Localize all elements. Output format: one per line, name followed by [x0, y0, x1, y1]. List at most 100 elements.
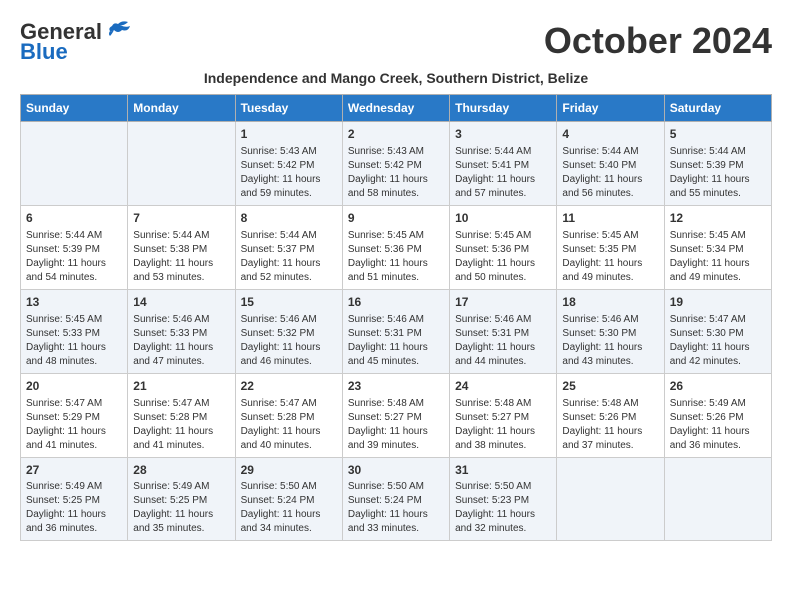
- day-number: 27: [26, 462, 122, 479]
- logo-bird-icon: [104, 20, 132, 42]
- calendar-cell: 29Sunrise: 5:50 AM Sunset: 5:24 PM Dayli…: [235, 457, 342, 541]
- day-detail: Sunrise: 5:48 AM Sunset: 5:26 PM Dayligh…: [562, 397, 658, 453]
- day-detail: Sunrise: 5:43 AM Sunset: 5:42 PM Dayligh…: [348, 145, 444, 201]
- day-detail: Sunrise: 5:46 AM Sunset: 5:31 PM Dayligh…: [455, 313, 551, 369]
- day-number: 30: [348, 462, 444, 479]
- calendar-cell: 7 Sunrise: 5:44 AM Sunset: 5:38 PM Daylig…: [128, 206, 235, 290]
- day-detail: Sunrise: 5:44 AM Sunset: 5:37 PM Dayligh…: [241, 229, 337, 285]
- logo: General Blue: [20, 20, 132, 64]
- day-number: 15: [241, 294, 337, 311]
- calendar-cell: 20 Sunrise: 5:47 AM Sunset: 5:29 PM Dayli…: [21, 373, 128, 457]
- day-number: 2: [348, 126, 444, 143]
- day-detail: Sunrise: 5:45 AM Sunset: 5:35 PM Dayligh…: [562, 229, 658, 285]
- calendar-table: SundayMondayTuesdayWednesdayThursdayFrid…: [20, 94, 772, 541]
- day-number: 20: [26, 378, 122, 395]
- day-number: 13: [26, 294, 122, 311]
- day-number: 11: [562, 210, 658, 227]
- day-number: 23: [348, 378, 444, 395]
- day-detail: Sunrise: 5:47 AM Sunset: 5:29 PM Dayligh…: [26, 397, 122, 453]
- calendar-cell: 25Sunrise: 5:48 AM Sunset: 5:26 PM Dayli…: [557, 373, 664, 457]
- day-number: 22: [241, 378, 337, 395]
- weekday-header-saturday: Saturday: [664, 95, 771, 122]
- calendar-cell: 11 Sunrise: 5:45 AM Sunset: 5:35 PM Dayli…: [557, 206, 664, 290]
- day-detail: Sunrise: 5:46 AM Sunset: 5:31 PM Dayligh…: [348, 313, 444, 369]
- day-detail: Sunrise: 5:50 AM Sunset: 5:24 PM Dayligh…: [348, 480, 444, 536]
- calendar-cell: 21Sunrise: 5:47 AM Sunset: 5:28 PM Dayli…: [128, 373, 235, 457]
- day-number: 8: [241, 210, 337, 227]
- day-detail: Sunrise: 5:44 AM Sunset: 5:40 PM Dayligh…: [562, 145, 658, 201]
- day-detail: Sunrise: 5:49 AM Sunset: 5:25 PM Dayligh…: [26, 480, 122, 536]
- day-number: 19: [670, 294, 766, 311]
- calendar-cell: 15Sunrise: 5:46 AM Sunset: 5:32 PM Dayli…: [235, 289, 342, 373]
- calendar-cell: 13Sunrise: 5:45 AM Sunset: 5:33 PM Dayli…: [21, 289, 128, 373]
- calendar-cell: 19 Sunrise: 5:47 AM Sunset: 5:30 PM Dayli…: [664, 289, 771, 373]
- day-number: 17: [455, 294, 551, 311]
- calendar-cell: 3Sunrise: 5:44 AM Sunset: 5:41 PM Daylig…: [450, 122, 557, 206]
- day-detail: Sunrise: 5:48 AM Sunset: 5:27 PM Dayligh…: [455, 397, 551, 453]
- day-number: 16: [348, 294, 444, 311]
- header: General Blue October 2024: [20, 20, 772, 64]
- day-number: 7: [133, 210, 229, 227]
- day-number: 9: [348, 210, 444, 227]
- calendar-cell: 1 Sunrise: 5:43 AM Sunset: 5:42 PM Daylig…: [235, 122, 342, 206]
- day-number: 28: [133, 462, 229, 479]
- weekday-header-monday: Monday: [128, 95, 235, 122]
- week-row-5: 27Sunrise: 5:49 AM Sunset: 5:25 PM Dayli…: [21, 457, 772, 541]
- day-detail: Sunrise: 5:43 AM Sunset: 5:42 PM Dayligh…: [241, 145, 337, 201]
- day-number: 14: [133, 294, 229, 311]
- calendar-cell: 31Sunrise: 5:50 AM Sunset: 5:23 PM Dayli…: [450, 457, 557, 541]
- day-number: 4: [562, 126, 658, 143]
- day-detail: Sunrise: 5:45 AM Sunset: 5:36 PM Dayligh…: [455, 229, 551, 285]
- day-detail: Sunrise: 5:44 AM Sunset: 5:39 PM Dayligh…: [670, 145, 766, 201]
- calendar-cell: [557, 457, 664, 541]
- month-title: October 2024: [544, 20, 772, 62]
- weekday-header-friday: Friday: [557, 95, 664, 122]
- day-number: 18: [562, 294, 658, 311]
- calendar-cell: 17 Sunrise: 5:46 AM Sunset: 5:31 PM Dayli…: [450, 289, 557, 373]
- calendar-cell: [21, 122, 128, 206]
- calendar-subtitle: Independence and Mango Creek, Southern D…: [20, 70, 772, 86]
- weekday-header-row: SundayMondayTuesdayWednesdayThursdayFrid…: [21, 95, 772, 122]
- calendar-cell: 16 Sunrise: 5:46 AM Sunset: 5:31 PM Dayli…: [342, 289, 449, 373]
- day-detail: Sunrise: 5:45 AM Sunset: 5:36 PM Dayligh…: [348, 229, 444, 285]
- week-row-2: 6Sunrise: 5:44 AM Sunset: 5:39 PM Daylig…: [21, 206, 772, 290]
- calendar-cell: [128, 122, 235, 206]
- calendar-cell: 12 Sunrise: 5:45 AM Sunset: 5:34 PM Dayli…: [664, 206, 771, 290]
- day-detail: Sunrise: 5:47 AM Sunset: 5:30 PM Dayligh…: [670, 313, 766, 369]
- calendar-cell: 6Sunrise: 5:44 AM Sunset: 5:39 PM Daylig…: [21, 206, 128, 290]
- calendar-cell: 4 Sunrise: 5:44 AM Sunset: 5:40 PM Daylig…: [557, 122, 664, 206]
- calendar-cell: 27Sunrise: 5:49 AM Sunset: 5:25 PM Dayli…: [21, 457, 128, 541]
- week-row-4: 20 Sunrise: 5:47 AM Sunset: 5:29 PM Dayli…: [21, 373, 772, 457]
- weekday-header-sunday: Sunday: [21, 95, 128, 122]
- calendar-cell: 8 Sunrise: 5:44 AM Sunset: 5:37 PM Daylig…: [235, 206, 342, 290]
- day-detail: Sunrise: 5:47 AM Sunset: 5:28 PM Dayligh…: [133, 397, 229, 453]
- day-detail: Sunrise: 5:46 AM Sunset: 5:33 PM Dayligh…: [133, 313, 229, 369]
- day-number: 3: [455, 126, 551, 143]
- calendar-cell: 18Sunrise: 5:46 AM Sunset: 5:30 PM Dayli…: [557, 289, 664, 373]
- day-detail: Sunrise: 5:49 AM Sunset: 5:25 PM Dayligh…: [133, 480, 229, 536]
- weekday-header-thursday: Thursday: [450, 95, 557, 122]
- day-detail: Sunrise: 5:44 AM Sunset: 5:38 PM Dayligh…: [133, 229, 229, 285]
- day-number: 12: [670, 210, 766, 227]
- day-detail: Sunrise: 5:44 AM Sunset: 5:39 PM Dayligh…: [26, 229, 122, 285]
- day-detail: Sunrise: 5:45 AM Sunset: 5:34 PM Dayligh…: [670, 229, 766, 285]
- day-number: 31: [455, 462, 551, 479]
- weekday-header-tuesday: Tuesday: [235, 95, 342, 122]
- day-detail: Sunrise: 5:50 AM Sunset: 5:23 PM Dayligh…: [455, 480, 551, 536]
- day-number: 26: [670, 378, 766, 395]
- calendar-cell: 14 Sunrise: 5:46 AM Sunset: 5:33 PM Dayli…: [128, 289, 235, 373]
- calendar-cell: 5Sunrise: 5:44 AM Sunset: 5:39 PM Daylig…: [664, 122, 771, 206]
- calendar-cell: 30Sunrise: 5:50 AM Sunset: 5:24 PM Dayli…: [342, 457, 449, 541]
- day-detail: Sunrise: 5:49 AM Sunset: 5:26 PM Dayligh…: [670, 397, 766, 453]
- calendar-cell: 26 Sunrise: 5:49 AM Sunset: 5:26 PM Dayli…: [664, 373, 771, 457]
- calendar-cell: 2 Sunrise: 5:43 AM Sunset: 5:42 PM Daylig…: [342, 122, 449, 206]
- calendar-cell: 24 Sunrise: 5:48 AM Sunset: 5:27 PM Dayli…: [450, 373, 557, 457]
- day-number: 24: [455, 378, 551, 395]
- day-number: 1: [241, 126, 337, 143]
- day-detail: Sunrise: 5:48 AM Sunset: 5:27 PM Dayligh…: [348, 397, 444, 453]
- day-detail: Sunrise: 5:47 AM Sunset: 5:28 PM Dayligh…: [241, 397, 337, 453]
- day-detail: Sunrise: 5:50 AM Sunset: 5:24 PM Dayligh…: [241, 480, 337, 536]
- calendar-cell: 28Sunrise: 5:49 AM Sunset: 5:25 PM Dayli…: [128, 457, 235, 541]
- week-row-1: 1 Sunrise: 5:43 AM Sunset: 5:42 PM Daylig…: [21, 122, 772, 206]
- logo-blue-text: Blue: [20, 40, 68, 64]
